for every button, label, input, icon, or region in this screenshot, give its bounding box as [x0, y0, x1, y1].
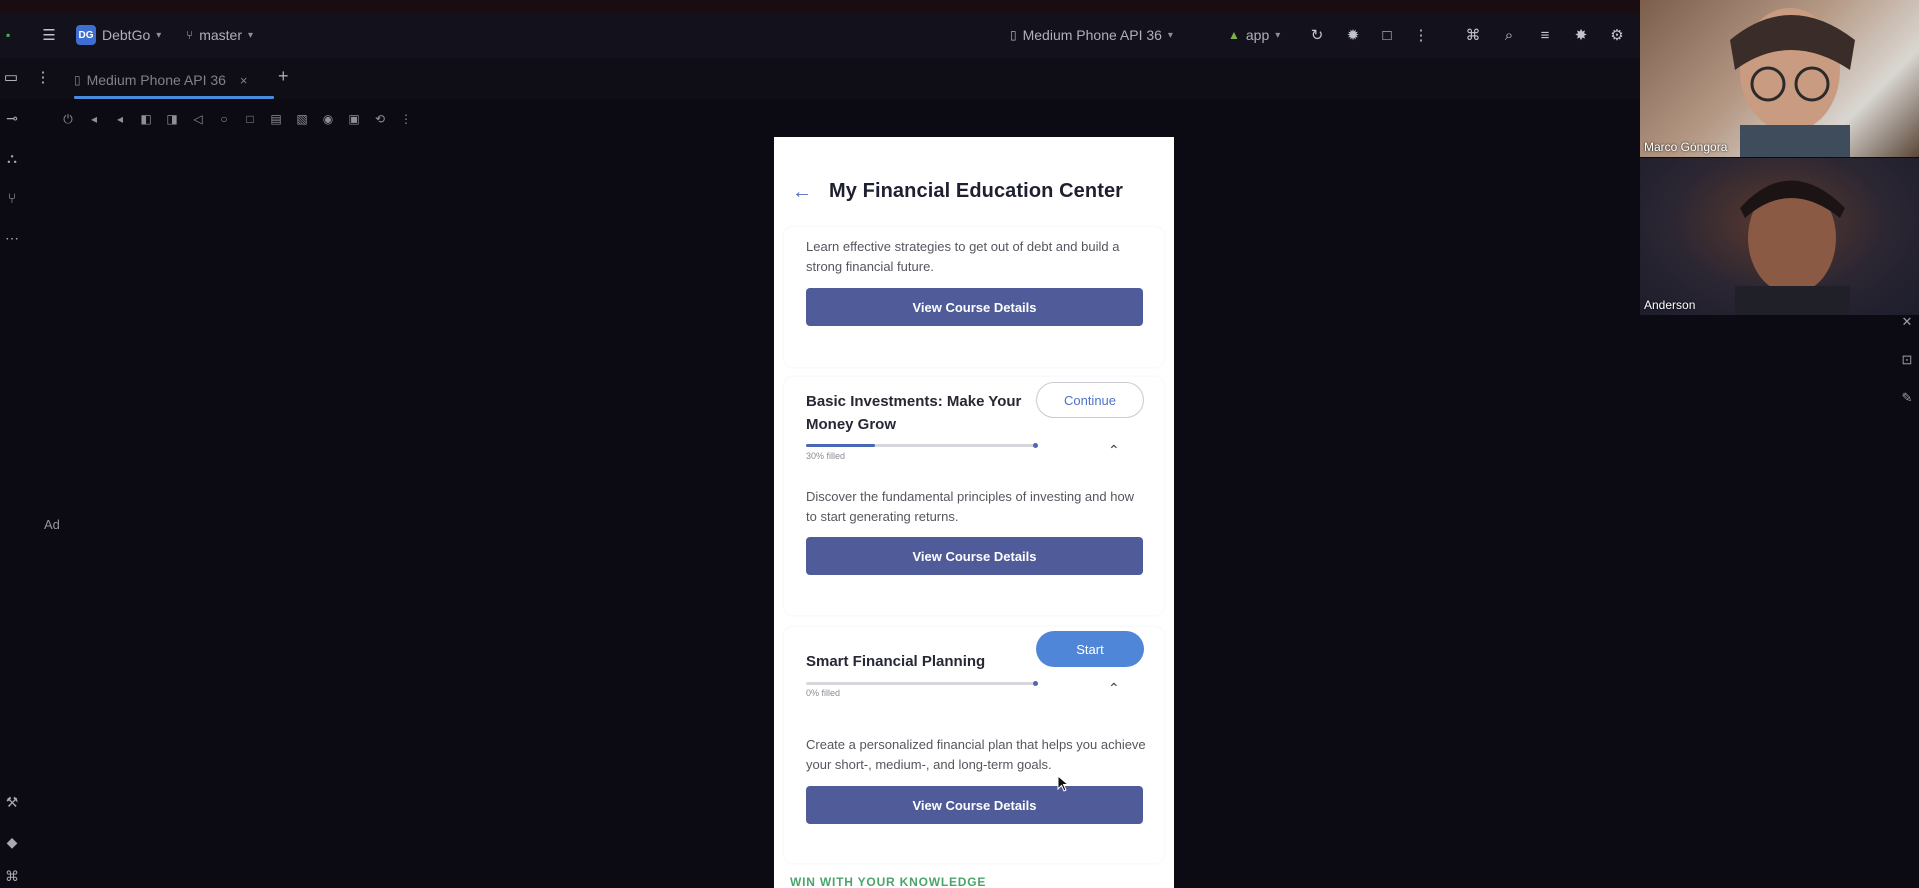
branch-icon: ⑂ [186, 28, 194, 42]
pen-icon[interactable]: ✎ [1897, 388, 1917, 408]
participant-name: Anderson [1644, 298, 1696, 312]
tab-running-device[interactable]: ▯ Medium Phone API 36 × [74, 66, 248, 94]
power-icon[interactable]: ⏻ [60, 111, 76, 127]
run-config-name: app [1245, 27, 1270, 43]
side-label: Ad [44, 517, 60, 532]
search-icon[interactable]: ⌕ [1498, 24, 1520, 46]
back-icon[interactable]: ◁ [190, 111, 206, 127]
more-options-icon[interactable]: ⋮ [1410, 24, 1432, 46]
course-description: Create a personalized financial plan tha… [806, 737, 1146, 772]
view-course-details-button[interactable]: View Course Details [806, 786, 1143, 824]
course-description: Learn effective strategies to get out of… [806, 239, 1120, 274]
phone-screen: ← My Financial Education Center Learn ef… [774, 137, 1174, 888]
progress-end-dot [1033, 443, 1038, 448]
logcat-icon[interactable]: ≡ [1534, 24, 1556, 46]
home-icon[interactable]: ○ [216, 111, 232, 127]
pull-request-icon[interactable]: ⑂ [2, 188, 22, 208]
start-button[interactable]: Start [1036, 631, 1144, 667]
structure-icon[interactable]: ⛬ [2, 148, 22, 168]
device-manager-icon[interactable]: ⌘ [1462, 24, 1484, 46]
participant-video [1730, 8, 1855, 157]
volume-down-icon[interactable]: ◂ [112, 111, 128, 127]
main-menu-icon[interactable]: ☰ [38, 24, 60, 46]
course-progress-bar [806, 443, 1038, 448]
stop-icon[interactable]: □ [1376, 24, 1398, 46]
chevron-down-icon: ▾ [1275, 29, 1281, 41]
chevron-down-icon: ▾ [248, 29, 254, 41]
tab-options-icon[interactable]: ⋮ [32, 66, 54, 88]
progress-fill [806, 444, 875, 447]
tab-label: Medium Phone API 36 [86, 72, 226, 88]
participant-video [1735, 180, 1850, 315]
course-progress-bar [806, 681, 1038, 686]
snapshot-icon[interactable]: ⟲ [372, 111, 388, 127]
page-title: My Financial Education Center [829, 180, 1124, 202]
screenshot-icon[interactable]: ◉ [320, 111, 336, 127]
tab-active-indicator [74, 96, 274, 99]
collapse-chevron-icon[interactable]: ⌃ [1108, 680, 1120, 697]
project-badge: DG [76, 25, 96, 45]
chevron-down-icon: ▾ [156, 29, 162, 41]
view-course-details-button[interactable]: View Course Details [806, 537, 1143, 575]
device-name: Medium Phone API 36 [1022, 27, 1162, 43]
rerun-icon[interactable]: ↻ [1306, 24, 1328, 46]
inspector-icon[interactable]: ⊡ [1897, 350, 1917, 370]
device-selector[interactable]: ▯ Medium Phone API 36 ▾ [1010, 22, 1173, 48]
build-icon[interactable]: ⚒ [2, 792, 22, 812]
debug-icon[interactable]: ✹ [1342, 24, 1364, 46]
run-config-selector[interactable]: ▲ app ▾ [1228, 22, 1280, 48]
rotate-left-icon[interactable]: ◧ [138, 111, 154, 127]
more-tools-icon[interactable]: ⋯ [2, 228, 22, 248]
participant-name: Marco Góngora [1644, 140, 1728, 154]
pin-icon[interactable]: ✕ [1897, 312, 1917, 332]
phone-icon: ▯ [74, 73, 81, 87]
course-title: Basic Investments: Make Your Money Grow [806, 393, 1022, 433]
emulator-toolbar: ⏻ ◂ ◂ ◧ ◨ ◁ ○ □ ▤ ▧ ◉ ▣ ⟲ ⋮ [60, 108, 414, 130]
video-tile[interactable]: Anderson [1640, 158, 1919, 315]
fold-icon[interactable]: ▤ [268, 111, 284, 127]
gem-icon[interactable]: ◆ [2, 832, 22, 852]
course-description: Discover the fundamental principles of i… [806, 489, 1135, 524]
window-top-strip [0, 0, 1919, 13]
settings-icon[interactable]: ⚙ [1606, 24, 1628, 46]
project-selector[interactable]: DG DebtGo ▾ [76, 22, 161, 48]
back-arrow-icon[interactable]: ← [792, 181, 812, 204]
add-tab-icon[interactable]: + [278, 66, 289, 87]
more-options-icon[interactable]: ⋮ [398, 111, 414, 127]
volume-up-icon[interactable]: ◂ [86, 111, 102, 127]
commit-icon[interactable]: ⊸ [2, 108, 22, 128]
left-tool-strip: ⊸ ⛬ ⑂ ⋯ ⚒ ◆ ⌘ [0, 58, 30, 888]
overview-icon[interactable]: □ [242, 111, 258, 127]
continue-button[interactable]: Continue [1036, 382, 1144, 418]
section-heading: WIN WITH YOUR KNOWLEDGE [790, 875, 987, 888]
progress-end-dot [1033, 681, 1038, 686]
view-course-details-button[interactable]: View Course Details [806, 288, 1143, 326]
chevron-down-icon: ▾ [1167, 29, 1173, 41]
android-icon: ▲ [1228, 28, 1240, 42]
bug-icon[interactable]: ✸ [1570, 24, 1592, 46]
progress-label: 0% filled [806, 688, 841, 698]
collapse-chevron-icon[interactable]: ⌃ [1108, 442, 1120, 459]
video-tile[interactable]: Marco Góngora [1640, 0, 1919, 157]
course-title: Smart Financial Planning [806, 653, 986, 670]
rotate-right-icon[interactable]: ◨ [164, 111, 180, 127]
branch-selector[interactable]: ⑂ master ▾ [186, 22, 253, 48]
close-icon[interactable]: × [240, 73, 248, 88]
app-status-icon: ▪ [6, 28, 11, 42]
mouse-cursor-icon [1057, 775, 1070, 792]
record-icon[interactable]: ▣ [346, 111, 362, 127]
progress-label: 30% filled [806, 451, 846, 461]
branch-name: master [199, 27, 242, 43]
app-header: ← My Financial Education Center [774, 137, 1174, 227]
terminal-icon[interactable]: ⌘ [2, 866, 22, 886]
device-icon[interactable]: ▧ [294, 111, 310, 127]
project-name: DebtGo [102, 27, 151, 43]
phone-icon: ▯ [1010, 28, 1017, 42]
